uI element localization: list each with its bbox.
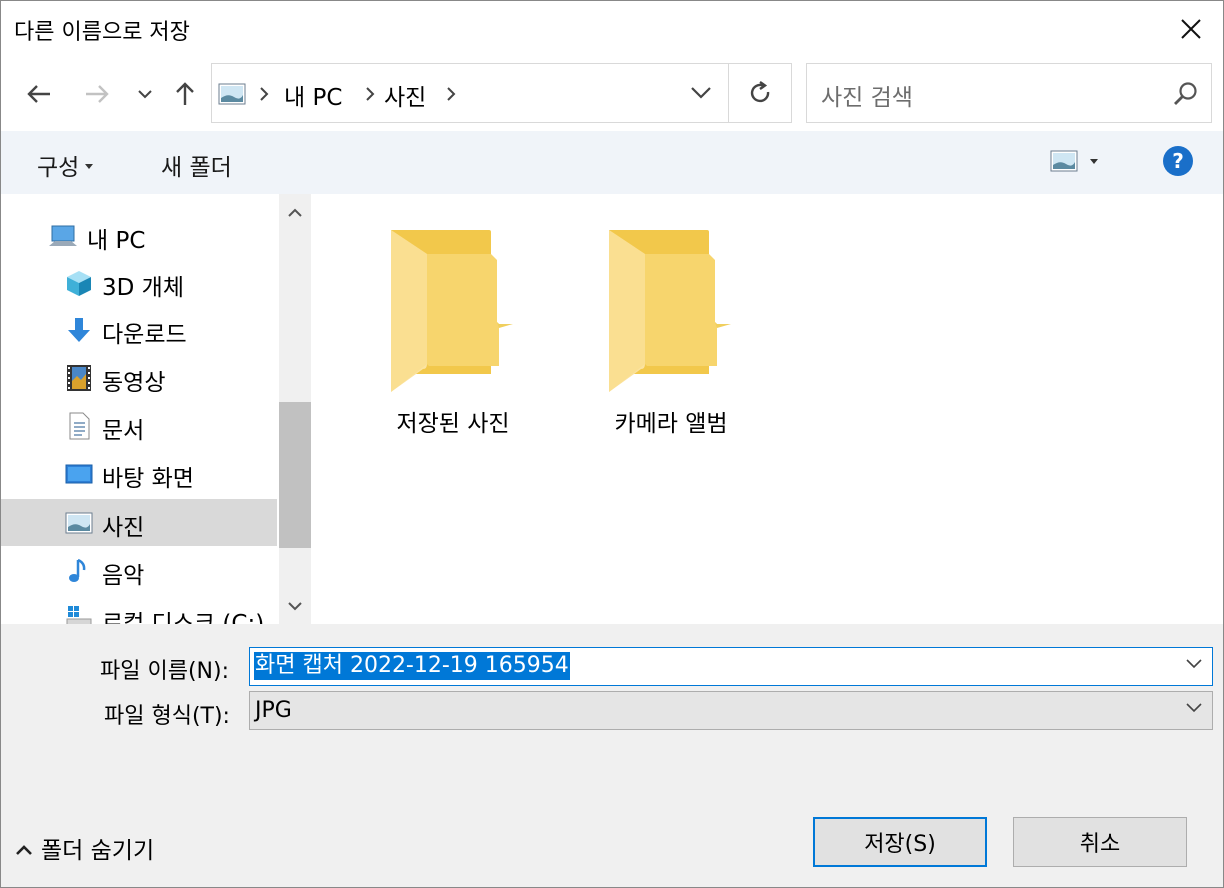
up-button[interactable] bbox=[168, 75, 202, 113]
forward-button[interactable] bbox=[80, 75, 114, 113]
sidebar-item-pictures[interactable]: 사진 bbox=[1, 499, 277, 546]
scrollbar-thumb[interactable] bbox=[279, 402, 311, 548]
arrow-left-icon bbox=[27, 85, 50, 103]
drive-icon bbox=[66, 606, 92, 624]
cancel-button[interactable]: 취소 bbox=[1013, 817, 1187, 867]
chevron-right-icon bbox=[260, 87, 269, 101]
sidebar-item-label: 다운로드 bbox=[102, 322, 187, 348]
address-history-dropdown[interactable] bbox=[674, 64, 728, 122]
folder-icon bbox=[609, 230, 731, 392]
sidebar-item-label: 바탕 화면 bbox=[102, 466, 194, 492]
sidebar-item-documents[interactable]: 문서 bbox=[1, 402, 277, 449]
filename-combobox[interactable]: 화면 캡처 2022-12-19 165954 bbox=[249, 647, 1213, 686]
filetype-label: 파일 형식(T): bbox=[104, 704, 230, 729]
chevron-up-icon bbox=[16, 844, 32, 855]
hide-folders-label: 폴더 숨기기 bbox=[41, 838, 155, 864]
new-folder-button[interactable]: 새 폴더 bbox=[161, 148, 232, 182]
breadcrumb-pictures[interactable]: 사진 bbox=[384, 78, 426, 112]
chevron-down-icon bbox=[691, 87, 711, 99]
sidebar-item-local-disk-c[interactable]: 로컬 디스크 (C:) bbox=[1, 595, 277, 624]
save-button[interactable]: 저장(S) bbox=[813, 817, 987, 867]
cube-3d-icon bbox=[67, 271, 91, 296]
folder-item[interactable]: 저장된 사진 bbox=[363, 224, 543, 444]
sidebar-item-this-pc[interactable]: 내 PC bbox=[1, 212, 277, 259]
question-mark-icon: ? bbox=[1172, 149, 1184, 173]
desktop-icon bbox=[65, 464, 93, 484]
sidebar-item-videos[interactable]: 동영상 bbox=[1, 354, 277, 401]
folder-item[interactable]: 카메라 앨범 bbox=[581, 224, 761, 444]
sidebar-scrollbar[interactable] bbox=[279, 194, 311, 624]
title-bar: 다른 이름으로 저장 bbox=[1, 1, 1223, 57]
chevron-down-icon bbox=[1186, 703, 1202, 713]
folder-icon bbox=[391, 230, 513, 392]
save-as-dialog: 다른 이름으로 저장 내 PC 사진 사진 검색 구성 새 폴더 ? 내 PC … bbox=[0, 0, 1224, 888]
sidebar-item-label: 내 PC bbox=[87, 228, 146, 254]
close-icon bbox=[1181, 19, 1201, 39]
computer-icon bbox=[49, 225, 77, 246]
chevron-right-icon bbox=[366, 87, 375, 101]
film-icon bbox=[67, 365, 91, 391]
music-note-icon bbox=[69, 558, 86, 582]
chevron-up-icon bbox=[288, 208, 302, 217]
chevron-down-icon bbox=[288, 601, 302, 610]
sidebar-item-label: 3D 개체 bbox=[102, 275, 184, 301]
sidebar-item-downloads[interactable]: 다운로드 bbox=[1, 306, 277, 353]
filetype-select[interactable]: JPG bbox=[249, 691, 1213, 730]
navigation-bar: 내 PC 사진 사진 검색 bbox=[1, 57, 1223, 131]
folder-label: 카메라 앨범 bbox=[614, 411, 728, 437]
search-box[interactable]: 사진 검색 bbox=[806, 63, 1212, 123]
back-button[interactable] bbox=[22, 75, 56, 113]
filename-label: 파일 이름(N): bbox=[100, 659, 229, 684]
help-button[interactable]: ? bbox=[1163, 146, 1193, 176]
address-bar[interactable]: 내 PC 사진 bbox=[211, 63, 792, 123]
hide-folders-toggle[interactable]: 폴더 숨기기 bbox=[15, 831, 154, 865]
filename-input[interactable]: 화면 캡처 2022-12-19 165954 bbox=[254, 652, 570, 680]
scroll-up-button[interactable] bbox=[279, 194, 311, 230]
view-options-button[interactable] bbox=[1050, 150, 1110, 174]
picture-icon bbox=[65, 512, 93, 534]
sidebar-item-music[interactable]: 음악 bbox=[1, 547, 277, 594]
organize-label: 구성 bbox=[37, 155, 80, 181]
chevron-down-icon[interactable] bbox=[1186, 659, 1202, 669]
filetype-value: JPG bbox=[255, 698, 292, 723]
navigation-pane: 내 PC 3D 개체 다운로드 동영상 문서 바탕 화면 사진 음악 로컬 디스… bbox=[1, 194, 311, 624]
command-bar: 구성 새 폴더 ? bbox=[1, 131, 1223, 194]
close-button[interactable] bbox=[1159, 1, 1223, 57]
chevron-right-icon bbox=[447, 87, 456, 101]
search-icon[interactable] bbox=[1173, 81, 1199, 107]
refresh-icon bbox=[750, 81, 770, 103]
sidebar-item-desktop[interactable]: 바탕 화면 bbox=[1, 450, 277, 497]
dropdown-caret-icon bbox=[85, 164, 94, 169]
organize-menu-button[interactable]: 구성 bbox=[37, 148, 94, 182]
breadcrumb-this-pc[interactable]: 내 PC bbox=[284, 78, 342, 112]
chevron-down-icon bbox=[138, 90, 152, 99]
sidebar-item-label: 동영상 bbox=[102, 370, 166, 396]
window-title: 다른 이름으로 저장 bbox=[14, 20, 190, 45]
sidebar-item-label: 로컬 디스크 (C:) bbox=[102, 611, 265, 624]
arrow-right-icon bbox=[86, 85, 109, 103]
arrow-up-icon bbox=[176, 82, 194, 105]
sidebar-item-label: 사진 bbox=[102, 515, 145, 541]
folder-label: 저장된 사진 bbox=[396, 411, 510, 437]
sidebar-item-label: 음악 bbox=[102, 563, 145, 589]
file-list: 저장된 사진 카메라 앨범 bbox=[316, 194, 1223, 624]
recent-locations-button[interactable] bbox=[128, 75, 162, 113]
view-picture-icon bbox=[1050, 150, 1078, 172]
refresh-button[interactable] bbox=[728, 64, 793, 122]
sidebar-item-label: 문서 bbox=[102, 418, 145, 444]
scroll-down-button[interactable] bbox=[279, 588, 311, 624]
dropdown-caret-icon bbox=[1090, 159, 1098, 164]
save-options-panel: 파일 이름(N): 화면 캡처 2022-12-19 165954 파일 형식(… bbox=[1, 624, 1223, 887]
picture-icon bbox=[218, 83, 246, 105]
search-input[interactable]: 사진 검색 bbox=[821, 78, 913, 112]
download-arrow-icon bbox=[68, 318, 90, 342]
document-icon bbox=[69, 412, 90, 440]
sidebar-item-3d-objects[interactable]: 3D 개체 bbox=[1, 259, 277, 306]
